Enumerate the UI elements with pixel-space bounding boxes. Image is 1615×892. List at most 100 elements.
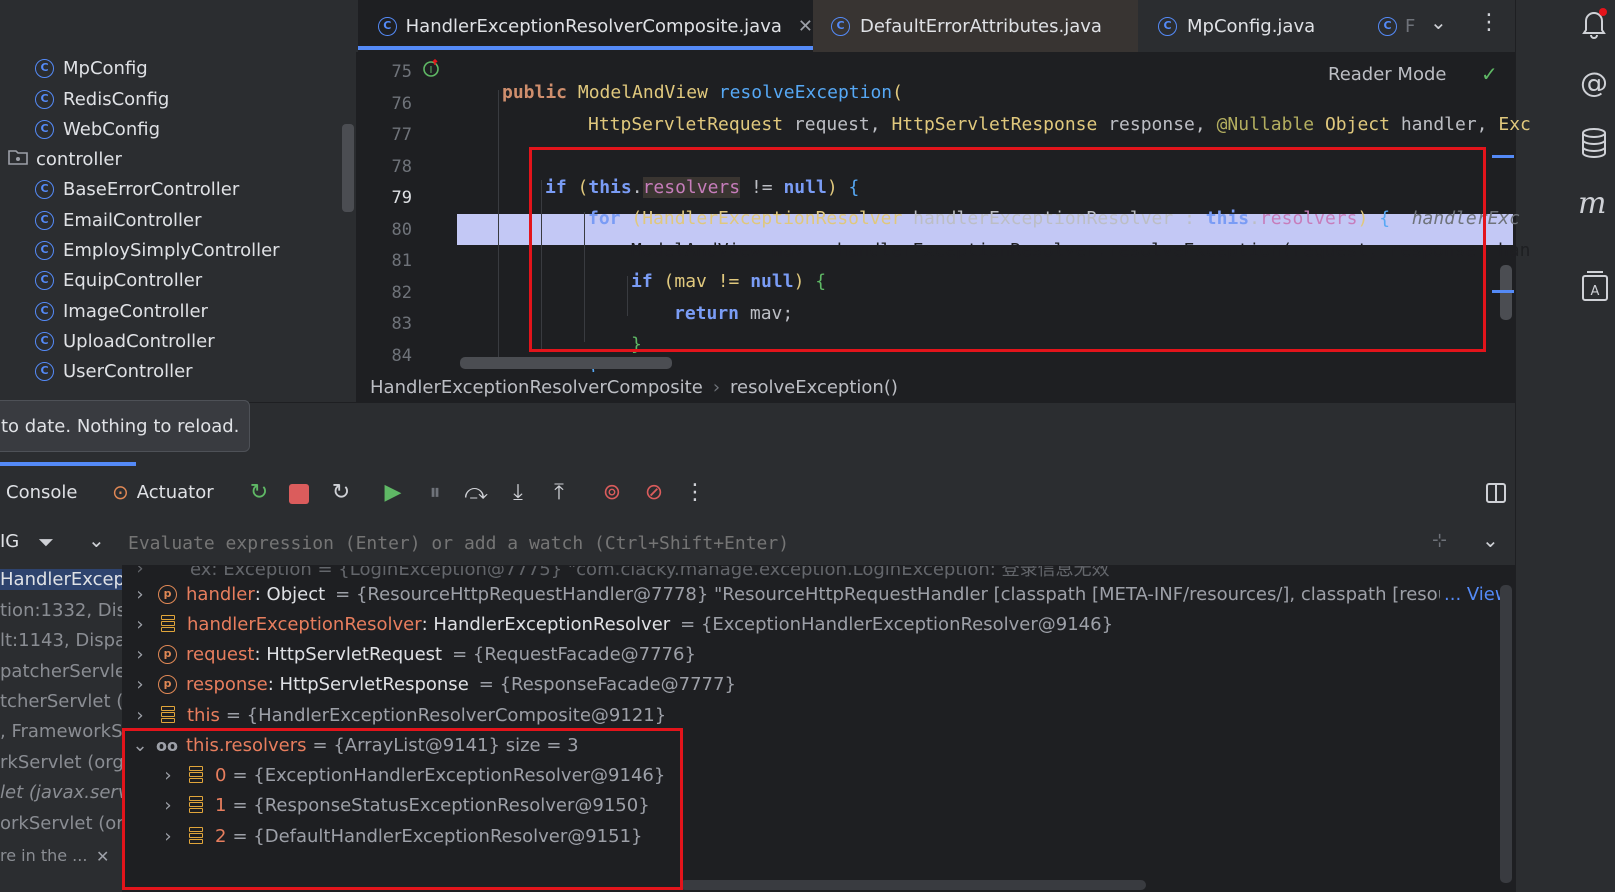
editor-tab-strip-left: [0, 0, 358, 52]
code-token: HttpServletRequest: [588, 114, 794, 135]
add-watch-icon[interactable]: ⊹: [1432, 530, 1447, 551]
step-into-icon[interactable]: ⤓: [504, 480, 532, 505]
class-icon: C: [378, 16, 397, 36]
override-marker-icon[interactable]: I: [421, 58, 441, 79]
reader-mode-button[interactable]: Reader Mode: [1328, 64, 1446, 85]
variable-value: = {RequestFacade@7776}: [452, 643, 696, 665]
breadcrumb-class[interactable]: HandlerExceptionResolverComposite: [370, 377, 703, 398]
more-vertical-icon[interactable]: ⋮: [681, 480, 709, 505]
more-vertical-icon[interactable]: ⋮: [1478, 10, 1500, 35]
tree-item-label: WebConfig: [63, 118, 160, 140]
tree-item-redisconfig[interactable]: C RedisConfig: [35, 84, 169, 114]
line-number: 82: [391, 283, 412, 303]
tab-label: DefaultErrorAttributes.java: [860, 15, 1102, 37]
frame-item[interactable]: rkServlet (org.s: [0, 752, 122, 773]
chevron-right-icon: ›: [136, 704, 144, 726]
frame-item[interactable]: HandlerExcept: [0, 569, 122, 590]
layout-icon-divider: [1495, 485, 1497, 501]
tree-item-mpconfig[interactable]: C MpConfig: [35, 53, 148, 83]
variable-row-handler-exception-resolver[interactable]: › handlerExceptionResolver : HandlerExce…: [132, 609, 1113, 639]
chevron-right-icon: ›: [136, 643, 144, 665]
variable-row-request[interactable]: › p request : HttpServletRequest = {Requ…: [132, 639, 696, 669]
tree-item-label: EmailController: [63, 209, 202, 231]
restart-icon[interactable]: ↻: [327, 480, 355, 505]
chevron-down-icon[interactable]: ⌄: [1482, 528, 1499, 552]
step-over-icon[interactable]: ⤼: [462, 480, 490, 505]
frame-item[interactable]: tion:1332, Disp: [0, 600, 122, 621]
code-token: response,: [1108, 114, 1217, 135]
frame-item[interactable]: patcherServlet: [0, 661, 122, 682]
variable-name: handlerExceptionResolver: [187, 613, 422, 635]
stop-icon[interactable]: [289, 484, 309, 504]
tree-item-equipcontroller[interactable]: C EquipController: [35, 265, 202, 295]
variable-row-handler[interactable]: › p handler : Object = {ResourceHttpRequ…: [132, 579, 1492, 609]
tree-item-imagecontroller[interactable]: C ImageController: [35, 296, 208, 326]
tree-item-uploadcontroller[interactable]: C UploadController: [35, 326, 215, 356]
tree-item-employsimplycontroller[interactable]: C EmploySimplyController: [35, 235, 280, 265]
chevron-down-icon[interactable]: ⌄: [88, 528, 105, 552]
reader-icon[interactable]: A: [1581, 270, 1609, 306]
variable-name: response: [186, 673, 268, 695]
step-out-icon[interactable]: ⤒: [545, 480, 573, 505]
frame-item[interactable]: lt:1143, Dispat: [0, 630, 122, 651]
pause-icon[interactable]: ⏸: [421, 480, 449, 505]
maven-icon[interactable]: m: [1578, 186, 1606, 221]
variable-value: = {ResponseFacade@7777}: [478, 673, 736, 695]
tree-item-usercontroller[interactable]: C UserController: [35, 356, 193, 386]
chevron-right-icon: ›: [136, 613, 144, 635]
frame-item[interactable]: re in the ...: [0, 846, 87, 865]
error-stripe-marker: [1492, 290, 1514, 293]
tree-item-controller-folder[interactable]: controller: [8, 144, 122, 174]
close-icon[interactable]: ✕: [96, 847, 109, 866]
checkmark-icon: ✓: [1481, 62, 1498, 86]
thread-selector[interactable]: IG: [0, 531, 19, 552]
view-breakpoints-icon[interactable]: ⊚: [598, 480, 626, 505]
tree-item-baseerrorcontroller[interactable]: C BaseErrorController: [35, 174, 239, 204]
variable-row-response[interactable]: › p response : HttpServletResponse = {Re…: [132, 669, 736, 699]
class-icon: C: [35, 240, 54, 260]
code-token: HttpServletResponse: [891, 114, 1109, 135]
tree-item-emailcontroller[interactable]: C EmailController: [35, 205, 201, 235]
rerun-icon[interactable]: ↻: [245, 480, 273, 505]
variables-horizontal-scrollbar[interactable]: [680, 880, 1146, 890]
svg-text:I: I: [430, 65, 433, 76]
class-icon: C: [35, 119, 54, 139]
layout-icon[interactable]: [1486, 483, 1506, 503]
variable-type: : HttpServletResponse: [267, 673, 469, 695]
tab-handler-exception-resolver-composite[interactable]: C HandlerExceptionResolverComposite.java…: [358, 0, 813, 52]
filter-icon[interactable]: ⏷: [38, 530, 54, 554]
resume-icon[interactable]: ▶: [379, 480, 407, 505]
tree-item-label: BaseErrorController: [63, 178, 240, 200]
variable-name: this: [187, 704, 220, 726]
notification-popup-overlay: to date. Nothing to reload.: [0, 400, 250, 452]
editor-horizontal-scrollbar[interactable]: [460, 357, 672, 369]
notifications-bell-icon[interactable]: [1578, 6, 1610, 40]
line-number: 79: [391, 188, 412, 208]
frame-item[interactable]: let (javax.serv: [0, 782, 122, 803]
console-tab[interactable]: Console: [6, 482, 77, 503]
frame-item[interactable]: , FrameworkS: [0, 721, 122, 742]
tree-item-label: ImageController: [63, 300, 208, 322]
tab-mpconfig[interactable]: C MpConfig.java: [1138, 0, 1368, 52]
tree-item-webconfig[interactable]: C WebConfig: [35, 114, 160, 144]
database-icon[interactable]: [1580, 128, 1608, 162]
evaluate-expression-input[interactable]: [128, 526, 1408, 560]
breadcrumb-method[interactable]: resolveException(): [730, 377, 898, 398]
frame-item[interactable]: orkServlet (org: [0, 813, 122, 834]
line-number: 80: [391, 220, 412, 240]
actuator-tab[interactable]: ⊙ Actuator: [112, 480, 214, 504]
mute-breakpoints-icon[interactable]: ⊘: [640, 480, 668, 505]
tab-default-error-attributes[interactable]: C DefaultErrorAttributes.java: [813, 0, 1138, 52]
tab-overflow[interactable]: C F: [1378, 0, 1418, 52]
frame-item[interactable]: tcherServlet (c: [0, 691, 122, 712]
variable-row-this[interactable]: › this = {HandlerExceptionResolverCompos…: [132, 700, 666, 730]
variable-type: : HandlerExceptionResolver: [421, 613, 671, 635]
chevron-down-icon[interactable]: ⌄: [1430, 10, 1447, 34]
parameter-icon: p: [158, 584, 177, 604]
variables-vertical-scrollbar[interactable]: [1500, 585, 1512, 883]
code-line-76: HttpServletRequest request, HttpServletR…: [588, 93, 1531, 135]
project-tree-scrollbar[interactable]: [342, 124, 354, 212]
variable-name: request: [186, 643, 255, 665]
close-icon[interactable]: ✕: [798, 16, 813, 37]
ai-assistant-icon[interactable]: @: [1580, 66, 1608, 99]
